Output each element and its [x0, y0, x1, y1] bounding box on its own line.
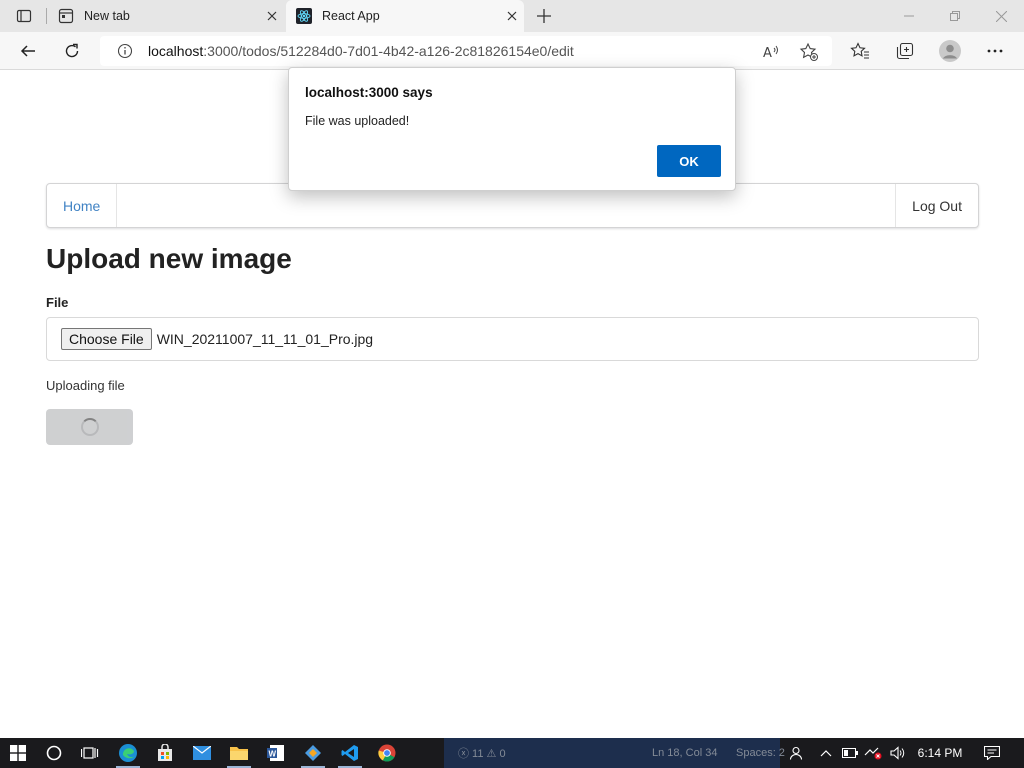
edge-icon: [119, 744, 137, 762]
volume-tray-icon[interactable]: [888, 738, 908, 768]
tab-separator: [46, 8, 47, 24]
address-input[interactable]: localhost:3000/todos/512284d0-7d01-4b42-…: [100, 36, 832, 66]
refresh-icon: [65, 43, 79, 58]
nav-home-link[interactable]: Home: [47, 184, 118, 227]
chevron-up-icon: [820, 750, 832, 757]
alert-dialog: localhost:3000 says File was uploaded! O…: [288, 67, 736, 191]
close-icon: [995, 10, 1007, 22]
upload-button-loading[interactable]: [46, 409, 133, 445]
tab-actions-icon: [16, 9, 32, 23]
url-text: localhost:3000/todos/512284d0-7d01-4b42-…: [148, 43, 574, 59]
vscode-status-strip: ⓧ 11 ⚠ 0 Ln 18, Col 34 Spaces: 2: [444, 738, 785, 768]
problems-count: ⓧ 11 ⚠ 0: [458, 748, 506, 760]
back-button[interactable]: [13, 36, 43, 66]
new-tab-button[interactable]: [532, 4, 556, 28]
back-arrow-icon: [20, 45, 35, 57]
battery-icon: [842, 748, 858, 758]
cursor-position: Ln 18, Col 34: [652, 747, 718, 759]
dialog-title: localhost:3000 says: [305, 85, 433, 100]
add-favorite-icon[interactable]: [799, 42, 819, 62]
url-path: :3000/todos/512284d0-7d01-4b42-a126-2c81…: [203, 43, 574, 59]
file-input[interactable]: Choose File WIN_20211007_11_11_01_Pro.jp…: [46, 317, 979, 361]
favorites-button[interactable]: [845, 36, 875, 66]
favorites-icon: [850, 42, 869, 59]
file-field-label: File: [46, 295, 69, 310]
vscode-icon: [341, 745, 358, 761]
collections-button[interactable]: [890, 36, 920, 66]
tab-title: React App: [322, 9, 380, 23]
indent-spaces: Spaces: 2: [736, 747, 785, 759]
svg-text:A: A: [763, 46, 772, 60]
windows-taskbar: ⓧ 11 ⚠ 0 Ln 18, Col 34 Spaces: 2 W 6:14 …: [0, 738, 1024, 768]
restore-icon: [950, 11, 960, 21]
word-doc-icon: W: [267, 745, 284, 761]
windows-logo-icon: [10, 745, 26, 761]
loading-spinner-icon: [80, 418, 99, 436]
people-tray-icon[interactable]: [786, 738, 806, 768]
dialog-ok-button[interactable]: OK: [657, 145, 721, 177]
mail-taskbar-icon[interactable]: [184, 738, 220, 768]
logout-button[interactable]: Log Out: [895, 184, 978, 227]
close-tab-icon[interactable]: [260, 4, 284, 28]
folder-icon: [230, 747, 248, 760]
people-icon: [789, 746, 803, 760]
dialog-message: File was uploaded!: [305, 114, 410, 128]
more-options-icon: [987, 49, 1003, 53]
edge-taskbar-icon[interactable]: [110, 738, 146, 768]
site-info-icon[interactable]: [116, 42, 134, 60]
file-explorer-taskbar-icon[interactable]: [221, 738, 257, 768]
task-view-button[interactable]: [72, 738, 108, 768]
svg-text:W: W: [269, 750, 277, 759]
minimize-button[interactable]: [886, 0, 932, 32]
start-button[interactable]: [0, 738, 36, 768]
speaker-icon: [890, 746, 905, 760]
notification-center-button[interactable]: [980, 738, 1004, 768]
tab-title: New tab: [84, 9, 130, 23]
task-view-icon: [81, 747, 99, 759]
avatar-icon: [939, 40, 961, 62]
minimize-icon: [904, 15, 914, 17]
plus-icon: [537, 9, 551, 23]
store-taskbar-icon[interactable]: [147, 738, 183, 768]
page-title: Upload new image: [46, 243, 292, 274]
notification-icon: [984, 746, 1000, 760]
choose-file-button[interactable]: Choose File: [61, 328, 152, 350]
address-bar-row: localhost:3000/todos/512284d0-7d01-4b42-…: [0, 32, 1024, 70]
show-hidden-icons-button[interactable]: [816, 738, 836, 768]
close-tab-icon[interactable]: [500, 4, 524, 28]
close-window-button[interactable]: [978, 0, 1024, 32]
taskbar-clock[interactable]: 6:14 PM: [912, 738, 968, 768]
refresh-button[interactable]: [57, 36, 87, 66]
search-button[interactable]: [36, 738, 72, 768]
settings-menu-button[interactable]: [980, 36, 1010, 66]
battery-tray-icon[interactable]: [840, 738, 860, 768]
word-taskbar-icon[interactable]: W: [258, 738, 294, 768]
store-bag-icon: [158, 744, 172, 761]
network-error-icon: [864, 747, 882, 760]
chrome-taskbar-icon[interactable]: [369, 738, 405, 768]
restore-button[interactable]: [932, 0, 978, 32]
new-tab-page-icon: [58, 8, 74, 24]
git-diamond-icon: [305, 745, 321, 761]
git-tool-taskbar-icon[interactable]: [295, 738, 331, 768]
profile-button[interactable]: [935, 36, 965, 66]
react-logo-icon: [296, 8, 312, 24]
tab-react-app[interactable]: React App: [286, 0, 524, 32]
upload-status-text: Uploading file: [46, 378, 125, 393]
collections-icon: [896, 42, 914, 60]
selected-file-name: WIN_20211007_11_11_01_Pro.jpg: [156, 331, 374, 347]
chrome-icon: [378, 744, 396, 762]
tab-new-tab[interactable]: New tab: [48, 0, 284, 32]
tab-bar: New tab React App: [0, 0, 1024, 32]
url-host: localhost: [148, 43, 204, 59]
vscode-taskbar-icon[interactable]: [332, 738, 368, 768]
cortana-circle-icon: [46, 745, 62, 761]
read-aloud-icon[interactable]: A: [762, 42, 782, 62]
mail-icon: [193, 746, 211, 760]
network-tray-icon[interactable]: [862, 738, 886, 768]
tab-actions-button[interactable]: [8, 6, 40, 26]
